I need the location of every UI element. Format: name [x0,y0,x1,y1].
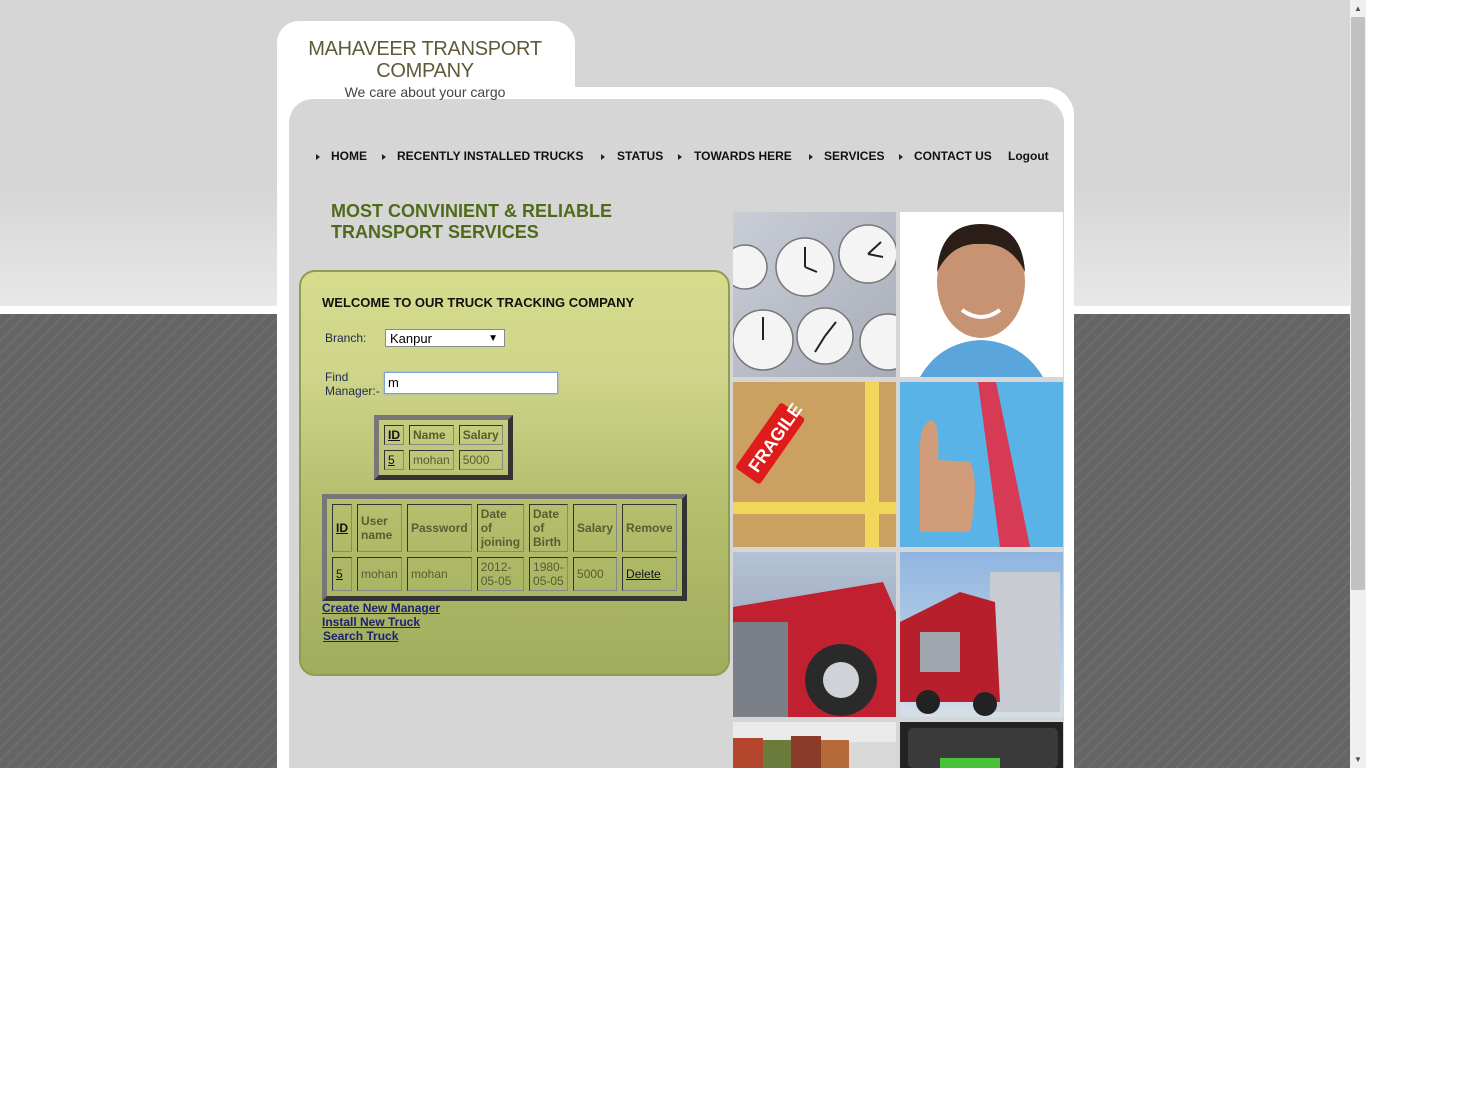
nav-status[interactable]: STATUS [617,149,663,163]
column-header-date-of-joining: Date of joining [476,504,525,552]
nav-bullet-icon [899,154,903,160]
find-manager-input[interactable]: m [384,372,558,394]
cell-date-of-joining: 2012-05-05 [476,557,525,591]
nav-bullet-icon [809,154,813,160]
search-results-table: ID Name Salary 5 mohan 5000 [379,420,508,475]
branch-selected-value: Kanpur [390,331,432,346]
nav-home[interactable]: HOME [331,149,367,163]
scroll-up-icon[interactable]: ▲ [1350,0,1366,17]
red-truck-front-image [733,552,896,717]
nav-towards-here[interactable]: TOWARDS HERE [694,149,792,163]
thumbs-up-man-image [900,382,1063,547]
smiling-man-image [900,212,1063,377]
column-header-date-of-birth: Date of Birth [529,504,569,552]
cell-date-of-birth: 1980-05-05 [529,557,569,591]
nav-bullet-icon [382,154,386,160]
column-header-salary: Salary [573,504,618,552]
slogan-line-2: TRANSPORT SERVICES [331,222,539,242]
clocks-image [733,212,896,377]
thumbs-up-icon [919,382,1030,547]
red-truck-side-image [900,552,1063,717]
truck-icon [733,582,896,717]
cell-salary: 5000 [458,450,503,470]
tagline: We care about your cargo [344,84,506,100]
manager-table-frame: ID User name Password Date of joining Da… [322,494,687,601]
cell-name: mohan [409,450,454,470]
table-row: 5 mohan 5000 [384,450,503,470]
search-results-table-frame: ID Name Salary 5 mohan 5000 [374,415,513,480]
manager-table: ID User name Password Date of joining Da… [327,499,682,596]
containers-image [733,722,896,768]
nav-bullet-icon [678,154,682,160]
cell-salary: 5000 [573,557,618,591]
delete-link[interactable]: Delete [626,567,661,581]
column-header-password: Password [407,504,472,552]
nav-bullet-icon [316,154,320,160]
fragile-box-image: FRAGILE [733,382,896,547]
cell-id[interactable]: 5 [332,557,352,591]
containers-icon [733,736,896,768]
company-name: MAHAVEER TRANSPORT COMPANY [308,38,542,82]
keyboard-key-image [900,722,1063,768]
browser-viewport: MAHAVEER TRANSPORT COMPANY We care about… [0,0,1366,768]
install-new-truck-link[interactable]: Install New Truck [322,615,440,629]
column-header-remove: Remove [622,504,677,552]
clocks-icon [733,224,896,371]
scrollbar-thumb[interactable] [1351,17,1365,590]
slogan: MOST CONVINIENT & RELIABLE TRANSPORT SER… [331,201,612,243]
column-header-salary: Salary [458,425,503,445]
nav-contact-us[interactable]: CONTACT US [914,149,992,163]
nav-logout[interactable]: Logout [1008,149,1049,163]
nav-bullet-icon [601,154,605,160]
table-header-row: ID Name Salary [384,425,503,445]
welcome-title: WELCOME TO OUR TRUCK TRACKING COMPANY [322,295,635,310]
cell-remove[interactable]: Delete [622,557,677,591]
branch-select[interactable]: Kanpur ▼ [385,329,505,347]
search-truck-link[interactable]: Search Truck [323,629,440,643]
scroll-down-icon[interactable]: ▼ [1350,751,1366,768]
column-header-id[interactable]: ID [384,425,404,445]
cell-password: mohan [407,557,472,591]
slogan-line-1: MOST CONVINIENT & RELIABLE [331,201,613,221]
column-header-user-name: User name [357,504,402,552]
column-header-name: Name [409,425,454,445]
action-links: Create New Manager Install New Truck Sea… [322,601,440,643]
nav-services[interactable]: SERVICES [824,149,884,163]
cell-user-name: mohan [357,557,402,591]
cell-id[interactable]: 5 [384,450,404,470]
dropdown-arrow-icon: ▼ [488,333,498,344]
find-manager-label: Find Manager:- [325,370,380,398]
table-header-row: ID User name Password Date of joining Da… [332,504,677,552]
fragile-box-icon: FRAGILE [733,382,896,547]
column-header-id[interactable]: ID [332,504,352,552]
table-row: 5 mohan mohan 2012-05-05 1980-05-05 5000… [332,557,677,591]
keyboard-key-icon [908,728,1058,768]
create-new-manager-link[interactable]: Create New Manager [322,601,440,615]
truck-icon [900,572,1060,716]
branch-label: Branch: [325,331,367,345]
nav-recently-installed-trucks[interactable]: RECENTLY INSTALLED TRUCKS [397,149,583,163]
man-icon [920,224,1043,377]
